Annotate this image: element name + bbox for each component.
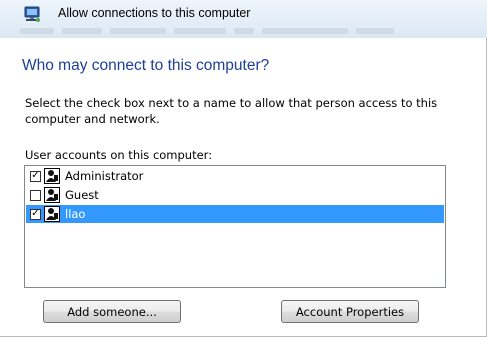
network-computer-icon — [24, 6, 40, 22]
instructions-text: Select the check box next to a name to a… — [25, 96, 438, 126]
user-name: llao — [65, 207, 86, 221]
title-bar: Allow connections to this computer — [0, 0, 487, 38]
account-properties-button[interactable]: Account Properties — [281, 300, 419, 323]
user-icon — [44, 168, 60, 184]
add-someone-button[interactable]: Add someone... — [43, 300, 181, 323]
window-title: Allow connections to this computer — [58, 6, 251, 20]
dialog-window: Allow connections to this computer Who m… — [0, 0, 487, 337]
user-name: Administrator — [65, 169, 144, 183]
user-accounts-list[interactable]: ✓ Administrator Guest ✓ llao — [24, 165, 446, 288]
page-heading: Who may connect to this computer? — [22, 57, 270, 74]
user-icon — [44, 187, 60, 203]
list-item-administrator[interactable]: ✓ Administrator — [26, 167, 444, 185]
user-list-label: User accounts on this computer: — [25, 148, 213, 162]
list-item-llao[interactable]: ✓ llao — [26, 205, 444, 223]
llao-checkbox[interactable]: ✓ — [30, 208, 41, 220]
list-item-guest[interactable]: Guest — [26, 186, 444, 204]
administrator-checkbox[interactable]: ✓ — [30, 170, 41, 182]
user-name: Guest — [65, 188, 99, 202]
user-icon — [44, 206, 60, 222]
background-toolbar-ghost — [20, 26, 487, 36]
guest-checkbox[interactable] — [30, 189, 41, 201]
